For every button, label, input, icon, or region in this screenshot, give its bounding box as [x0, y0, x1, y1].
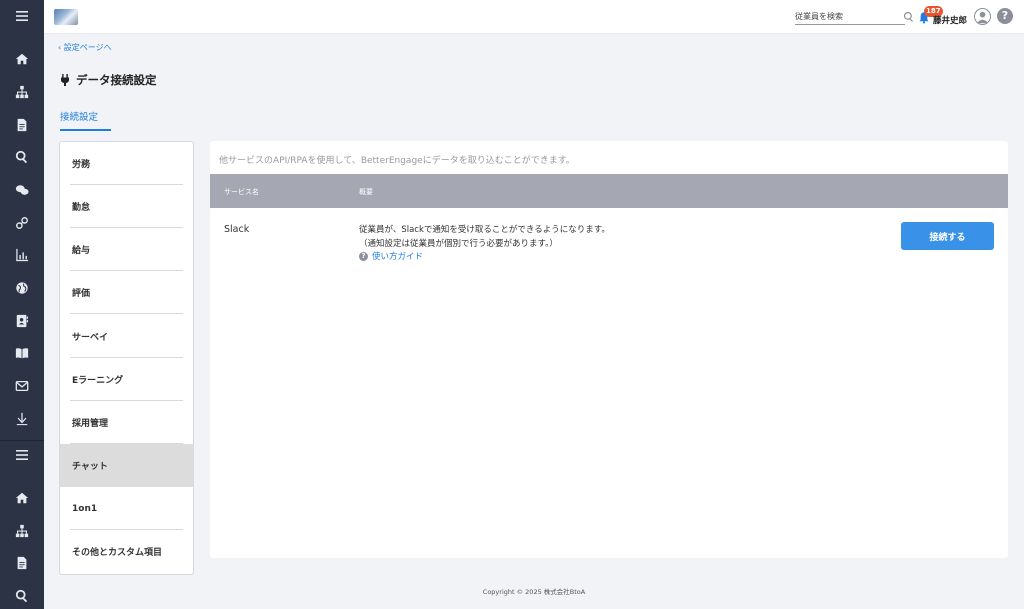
globe-icon[interactable] [0, 276, 44, 300]
column-header-summary: 概要 [359, 188, 373, 196]
user-name[interactable]: 藤井史郎 [933, 14, 967, 26]
top-header: 従業員を検索 187 藤井史郎 ? [44, 0, 1024, 34]
plug-icon [61, 74, 69, 86]
page-title-text: データ接続設定 [76, 73, 157, 87]
category-item-payroll[interactable]: 給与 [60, 228, 193, 271]
category-item-chat[interactable]: チャット [60, 444, 193, 487]
service-summary: 従業員が、Slackで通知を受け取ることができるようになります。 [359, 225, 610, 235]
search-icon[interactable] [0, 145, 44, 169]
chart-icon[interactable] [0, 243, 44, 267]
category-label: チャット [72, 462, 108, 472]
document-icon[interactable] [0, 113, 44, 137]
service-name: Slack [224, 224, 250, 235]
usage-guide-link[interactable]: ? 使い方ガイド [359, 250, 423, 262]
connect-button[interactable]: 接続する [901, 222, 994, 250]
category-label: 評価 [72, 289, 91, 299]
category-label: 給与 [72, 246, 91, 256]
employee-search-input[interactable]: 従業員を検索 [795, 11, 905, 25]
side-rail [0, 0, 44, 609]
category-label: 労務 [72, 160, 91, 170]
search-icon[interactable] [0, 584, 44, 608]
download-icon[interactable] [0, 407, 44, 431]
org-chart-icon[interactable] [0, 519, 44, 543]
question-icon: ? [359, 251, 368, 261]
home-icon[interactable] [0, 47, 44, 71]
category-item-1on1[interactable]: 1on1 [60, 487, 193, 530]
panel-description: 他サービスのAPI/RPAを使用して、BetterEngageにデータを取り込む… [219, 156, 575, 166]
chat-icon[interactable] [0, 178, 44, 202]
rail-divider [0, 440, 44, 441]
category-label: その他とカスタム項目 [72, 548, 163, 558]
mail-icon[interactable] [0, 374, 44, 398]
contact-icon[interactable] [0, 309, 44, 333]
connection-panel: 他サービスのAPI/RPAを使用して、BetterEngageにデータを取り込む… [210, 141, 1008, 558]
org-chart-icon[interactable] [0, 80, 44, 104]
category-label: サーベイ [72, 333, 109, 343]
table-header: サービス名 概要 [210, 174, 1008, 208]
category-label: 1on1 [72, 503, 98, 514]
category-list: 労務 勤怠 給与 評価 サーベイ Eラーニング 採用管理 チャット 1on1 そ… [59, 141, 194, 575]
category-item-survey[interactable]: サーベイ [60, 315, 193, 358]
service-summary-note: （通知設定は従業員が個別で行う必要があります。） [359, 239, 558, 249]
menu-icon[interactable] [0, 4, 44, 28]
link-icon[interactable] [0, 211, 44, 235]
book-icon[interactable] [0, 341, 44, 365]
back-to-settings-link[interactable]: 設定ページへ [64, 43, 112, 52]
category-label: 採用管理 [72, 419, 109, 429]
usage-guide-label[interactable]: 使い方ガイド [372, 250, 423, 262]
breadcrumb[interactable]: ‹ 設定ページへ [58, 42, 112, 53]
category-item-labor[interactable]: 労務 [60, 142, 193, 185]
category-item-other[interactable]: その他とカスタム項目 [60, 530, 193, 573]
footer-copyright: Copyright © 2025 株式会社BtoA [482, 588, 586, 596]
page-title: データ接続設定 [60, 72, 157, 88]
category-item-recruiting[interactable]: 採用管理 [60, 401, 193, 444]
category-label: Eラーニング [72, 376, 124, 386]
search-icon[interactable] [903, 11, 915, 23]
category-item-evaluation[interactable]: 評価 [60, 271, 193, 314]
avatar[interactable] [974, 8, 991, 25]
home-icon[interactable] [0, 486, 44, 510]
document-icon[interactable] [0, 551, 44, 575]
column-header-service: サービス名 [224, 188, 259, 196]
menu-icon[interactable] [0, 443, 44, 467]
tab-connection-settings[interactable]: 接続設定 [60, 109, 111, 131]
category-label: 勤怠 [72, 203, 91, 213]
company-logo[interactable] [54, 9, 78, 25]
category-item-elearning[interactable]: Eラーニング [60, 358, 193, 401]
help-icon[interactable]: ? [997, 8, 1013, 24]
category-item-attendance[interactable]: 勤怠 [60, 185, 193, 228]
